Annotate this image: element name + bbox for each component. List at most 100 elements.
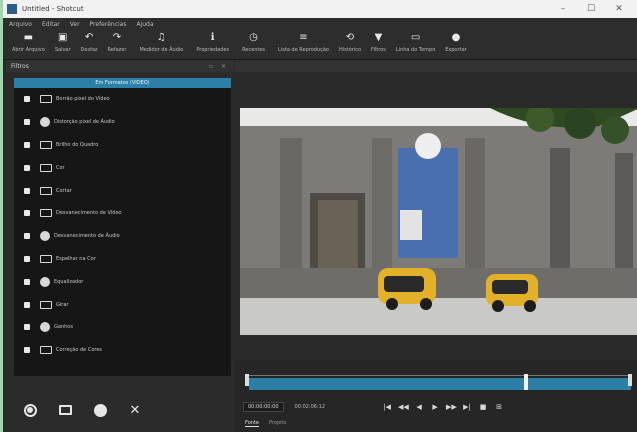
redo-button[interactable]: ↷ Refazer — [108, 32, 127, 53]
filter-label: Girar — [56, 301, 69, 308]
video-frame-image — [240, 108, 637, 335]
filter-list-item[interactable]: Desvanecimento de Vídeo — [14, 202, 231, 225]
scrub-bar[interactable] — [249, 374, 631, 390]
filter-label: Desvanecimento de Áudio — [54, 233, 120, 240]
toolbar-label: Salvar — [54, 47, 71, 53]
close-icon: ✕ — [129, 402, 141, 418]
filters-panel-header: Filtros ▫ ✕ — [6, 60, 234, 72]
skip-start-button[interactable]: |◀ — [382, 403, 392, 411]
filter-list-item[interactable]: Correção de Cores — [14, 339, 231, 362]
filter-enable-checkbox[interactable] — [24, 347, 30, 354]
monitor-icon — [40, 209, 52, 218]
save-button[interactable]: ▣ Salvar — [55, 32, 71, 53]
filters-icon: ▼ — [374, 32, 383, 43]
fast-forward-button[interactable]: ▶▶ — [446, 403, 457, 411]
properties-button[interactable]: ℹ Propriedades — [196, 32, 229, 53]
filter-enable-checkbox[interactable] — [24, 96, 30, 103]
menu-view[interactable]: Ver — [70, 21, 80, 28]
filter-enable-checkbox[interactable] — [24, 119, 30, 126]
menu-edit[interactable]: Editar — [42, 21, 60, 28]
tab-project[interactable]: Projeto — [269, 420, 286, 427]
title-bar: Untitled - Shotcut – ☐ ✕ — [3, 0, 637, 18]
filter-label: Correção de Cores — [56, 347, 103, 354]
close-button[interactable]: ✕ — [605, 4, 633, 14]
filter-list-item[interactable]: Girar — [14, 293, 231, 316]
audio-meter-button[interactable]: ♫ Medidor de Áudio — [139, 32, 183, 53]
filter-rows: Borrão pixel do Vídeo Distorção pixel de … — [14, 88, 231, 362]
history-button[interactable]: ⟲ Histórico — [339, 32, 361, 53]
audio-circle-icon — [93, 403, 107, 417]
filters-panel-title: Filtros — [11, 62, 29, 70]
filter-label: Espelhar na Cor — [56, 255, 96, 262]
undo-icon: ↶ — [84, 32, 94, 43]
menu-settings[interactable]: Preferências — [90, 21, 127, 28]
grid-toggle-button[interactable]: ⊞ — [494, 403, 504, 411]
out-point-handle[interactable] — [628, 374, 632, 386]
filter-list-item[interactable]: Cor — [14, 156, 231, 179]
filters-button[interactable]: ▼ Filtros — [371, 32, 386, 53]
filter-list-item[interactable]: Equalizador — [14, 270, 231, 293]
video-preview[interactable] — [240, 108, 637, 335]
filter-category-tab[interactable]: Em Formatos (VIDEO) — [14, 78, 231, 88]
filter-enable-checkbox[interactable] — [24, 278, 30, 285]
filter-list-item[interactable]: Distorção pixel de Áudio — [14, 111, 231, 134]
player-tabs: Fonte Projeto — [245, 420, 286, 427]
undo-button[interactable]: ↶ Desfaz — [81, 32, 98, 53]
timeline-button[interactable]: ▭ Linha do Tempo — [396, 32, 435, 53]
playlist-button[interactable]: ≡ Lista de Reprodução — [278, 32, 329, 53]
recent-button[interactable]: ◷ Recentes — [242, 32, 265, 53]
recent-icon: ◷ — [249, 32, 258, 43]
filter-list-item[interactable]: Cortar — [14, 179, 231, 202]
filter-enable-checkbox[interactable] — [24, 187, 30, 194]
add-filter-button[interactable] — [20, 400, 40, 420]
filter-enable-checkbox[interactable] — [24, 233, 30, 240]
monitor-icon — [40, 346, 52, 355]
app-logo-icon — [7, 4, 17, 14]
rewind-button[interactable]: ◀◀ — [398, 403, 409, 411]
monitor-icon — [40, 95, 52, 104]
video-filter-button[interactable] — [55, 400, 75, 420]
history-icon: ⟲ — [345, 32, 355, 43]
minimize-button[interactable]: – — [549, 4, 577, 14]
menu-file[interactable]: Arquivo — [9, 21, 32, 28]
filter-enable-checkbox[interactable] — [24, 164, 30, 171]
app-window: Untitled - Shotcut – ☐ ✕ Arquivo Editar … — [0, 0, 637, 432]
filter-list-item[interactable]: Desvanecimento de Áudio — [14, 225, 231, 248]
filter-label: Distorção pixel de Áudio — [54, 119, 115, 126]
play-button[interactable]: ▶ — [430, 403, 440, 411]
filter-enable-checkbox[interactable] — [24, 301, 30, 308]
export-button[interactable]: ● Exportar — [445, 32, 467, 53]
audio-circle-icon — [40, 322, 50, 333]
timecode-field[interactable]: 00:00:00:00 — [243, 402, 284, 412]
filter-list-item[interactable]: Ganhos — [14, 316, 231, 339]
maximize-button[interactable]: ☐ — [577, 4, 605, 14]
monitor-icon — [40, 140, 52, 149]
scrubber-area: 00:00:00:00 00:02:06:12 |◀ ◀◀ ◀ ▶ ▶▶ ▶| … — [235, 360, 637, 432]
filter-label: Equalizador — [54, 278, 84, 285]
step-back-button[interactable]: ◀ — [414, 403, 424, 411]
filter-label: Desvanecimento de Vídeo — [56, 210, 122, 217]
menu-help[interactable]: Ajuda — [136, 21, 153, 28]
audio-circle-icon — [40, 276, 50, 287]
toolbar-label: Filtros — [371, 47, 386, 53]
monitor-icon — [40, 186, 52, 195]
playhead[interactable] — [524, 374, 529, 390]
filter-list-item[interactable]: Borrão pixel do Vídeo — [14, 88, 231, 111]
panel-dock-buttons[interactable]: ▫ ✕ — [209, 63, 229, 70]
toolbar-label: Abrir Arquivo — [12, 47, 45, 53]
filter-enable-checkbox[interactable] — [24, 141, 30, 148]
audio-filter-button[interactable] — [90, 400, 110, 420]
stop-button[interactable]: ■ — [478, 403, 488, 411]
tab-source[interactable]: Fonte — [245, 420, 259, 427]
filter-enable-checkbox[interactable] — [24, 210, 30, 217]
filter-list-item[interactable]: Espelhar na Cor — [14, 248, 231, 271]
skip-end-button[interactable]: ▶| — [462, 403, 472, 411]
filter-list-item[interactable]: Brilho do Quadro — [14, 134, 231, 157]
filter-enable-checkbox[interactable] — [24, 255, 30, 262]
open-file-button[interactable]: ▬ Abrir Arquivo — [12, 32, 45, 53]
filter-label: Cor — [56, 164, 65, 171]
player-panel: 00:00:00:00 00:02:06:12 |◀ ◀◀ ◀ ▶ ▶▶ ▶| … — [235, 60, 637, 432]
toolbar-label: Histórico — [338, 47, 362, 53]
remove-filter-button[interactable]: ✕ — [125, 400, 145, 420]
filter-enable-checkbox[interactable] — [24, 324, 30, 331]
